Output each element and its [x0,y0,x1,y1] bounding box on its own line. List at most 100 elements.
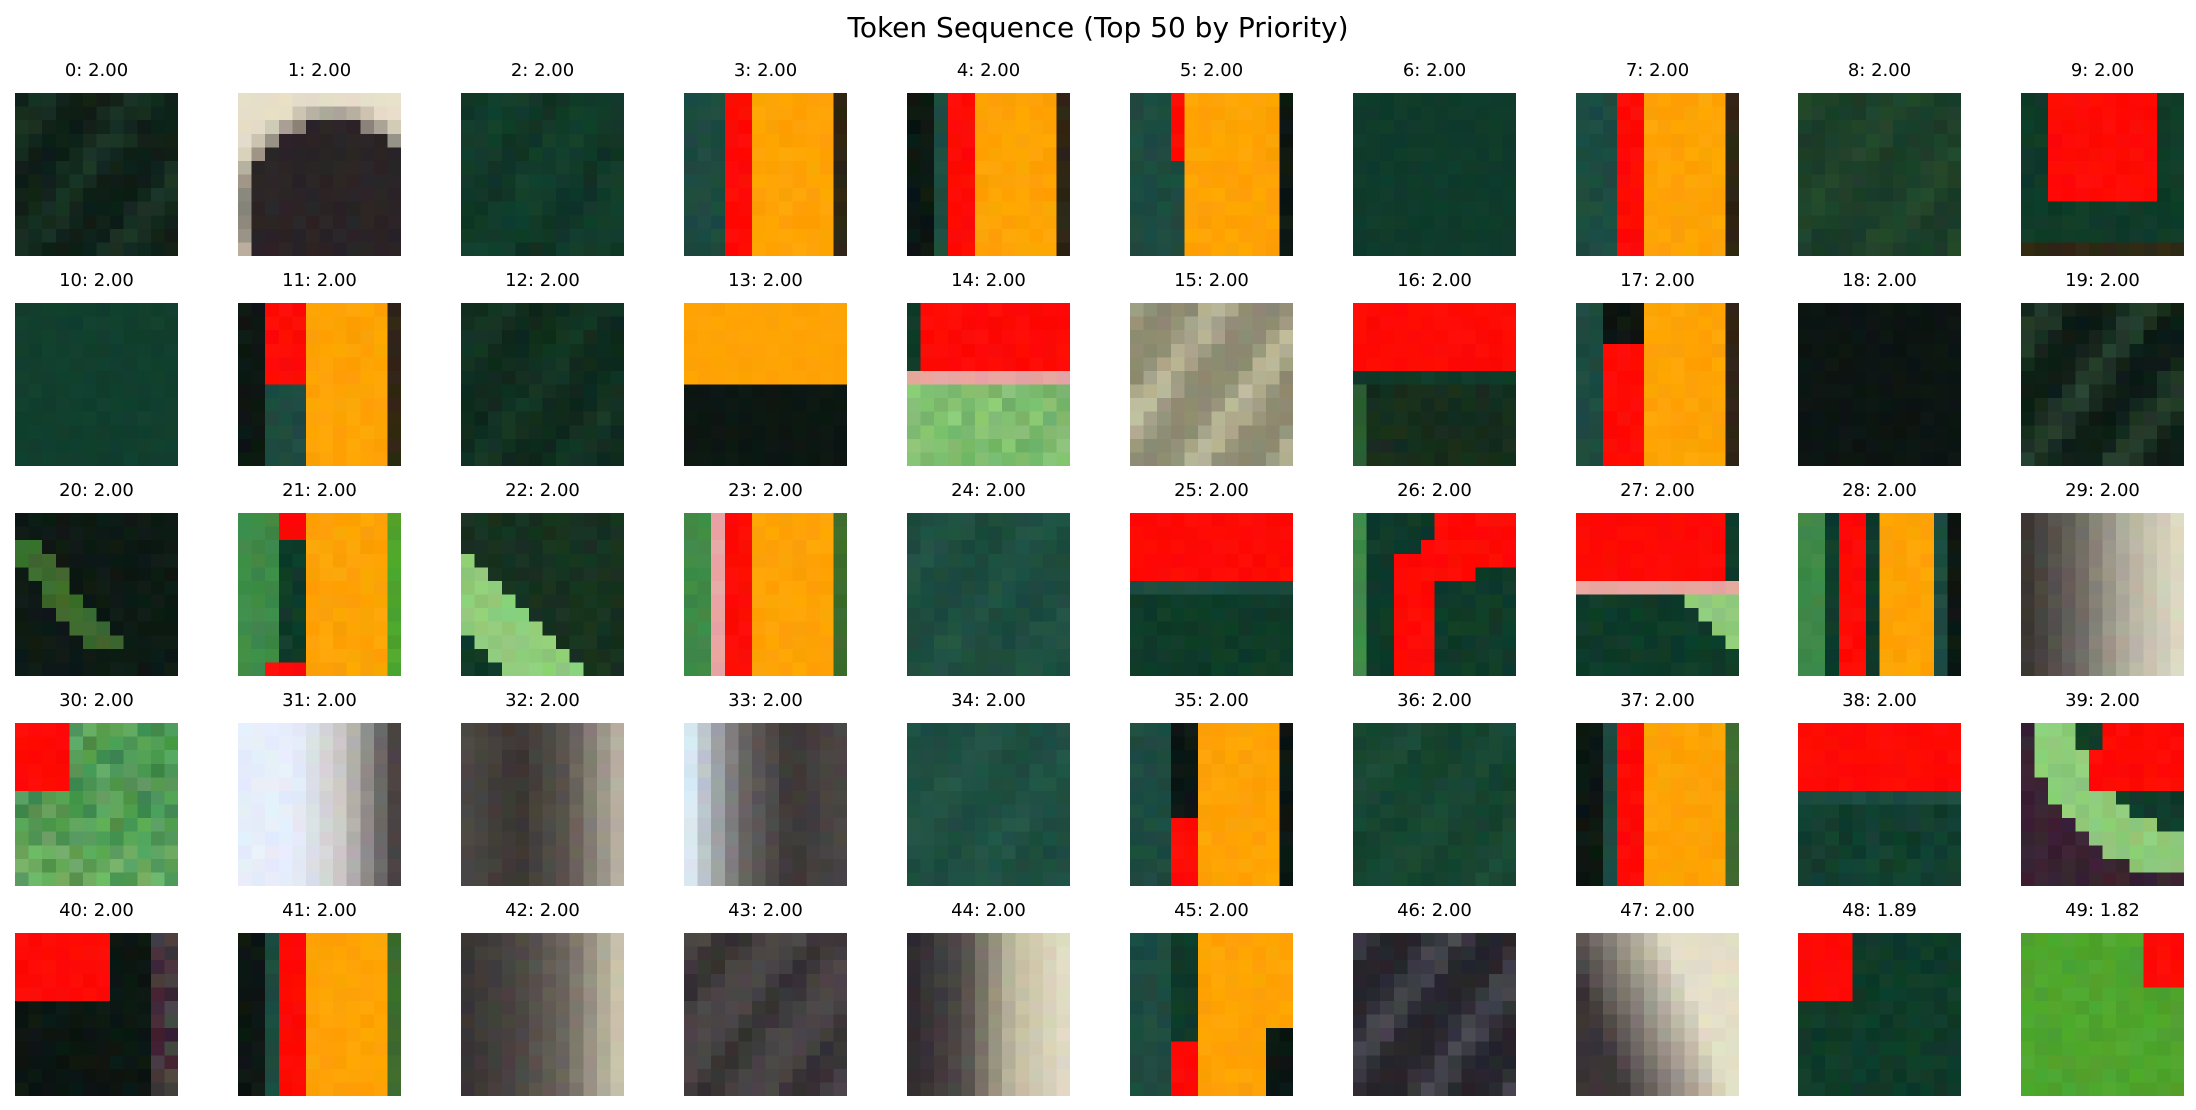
tile-label: 44: 2.00 [951,900,1026,921]
tile-label: 14: 2.00 [951,270,1026,291]
token-tile [2021,303,2184,466]
token-tile [907,93,1070,256]
token-tile [907,513,1070,676]
token-image [684,93,847,256]
token-tile [461,303,624,466]
token-image [1576,723,1739,886]
token-tile [1130,723,1293,886]
tile-label: 18: 2.00 [1842,270,1917,291]
token-image [15,723,178,886]
token-image [2021,933,2184,1096]
token-image [15,303,178,466]
tile-label: 10: 2.00 [59,270,134,291]
token-tile [2021,723,2184,886]
token-tile [2021,513,2184,676]
token-image [461,93,624,256]
tile-label: 40: 2.00 [59,900,134,921]
token-image [238,933,401,1096]
token-tile [1576,513,1739,676]
token-tile [1353,303,1516,466]
token-tile [2021,933,2184,1096]
token-tile [684,723,847,886]
token-image [1576,933,1739,1096]
tile-label: 12: 2.00 [505,270,580,291]
tile-label: 13: 2.00 [728,270,803,291]
tile-label: 36: 2.00 [1397,690,1472,711]
token-image [1576,93,1739,256]
token-tile [15,933,178,1096]
token-tile [238,93,401,256]
token-image [238,513,401,676]
token-tile [15,303,178,466]
tile-label: 46: 2.00 [1397,900,1472,921]
token-tile [238,723,401,886]
token-image [907,303,1070,466]
token-tile [684,93,847,256]
tile-label: 8: 2.00 [1847,60,1912,81]
token-image [1353,303,1516,466]
tile-label: 38: 2.00 [1842,690,1917,711]
tile-label: 39: 2.00 [2065,690,2140,711]
token-image [1798,93,1961,256]
token-tile [1353,933,1516,1096]
token-tile [461,93,624,256]
token-image [1130,93,1293,256]
token-tile [684,513,847,676]
tile-label: 4: 2.00 [956,60,1021,81]
tile-label: 0: 2.00 [64,60,129,81]
token-tile [461,513,624,676]
token-image [1130,933,1293,1096]
token-image [238,93,401,256]
token-image [15,93,178,256]
token-image [1798,933,1961,1096]
token-image [684,303,847,466]
token-tile [1353,513,1516,676]
token-tile [907,933,1070,1096]
token-image [907,933,1070,1096]
token-image [1798,303,1961,466]
tile-label: 1: 2.00 [287,60,352,81]
token-tile [15,513,178,676]
token-tile [907,723,1070,886]
tile-label: 49: 1.82 [2065,900,2140,921]
token-image [461,723,624,886]
token-image [2021,93,2184,256]
token-image [461,933,624,1096]
token-tile [238,933,401,1096]
tile-label: 24: 2.00 [951,480,1026,501]
tile-label: 27: 2.00 [1620,480,1695,501]
tile-label: 23: 2.00 [728,480,803,501]
tile-label: 21: 2.00 [282,480,357,501]
token-tile [15,723,178,886]
token-image [1130,303,1293,466]
token-tile [461,933,624,1096]
token-image [907,513,1070,676]
tile-label: 28: 2.00 [1842,480,1917,501]
token-tile [1353,93,1516,256]
token-image [1353,723,1516,886]
tile-label: 33: 2.00 [728,690,803,711]
token-tile [1130,93,1293,256]
token-tile [1798,513,1961,676]
token-tile [1130,933,1293,1096]
token-tile [1130,303,1293,466]
tile-label: 22: 2.00 [505,480,580,501]
token-image [1353,93,1516,256]
token-image [1353,933,1516,1096]
tile-label: 30: 2.00 [59,690,134,711]
tile-label: 17: 2.00 [1620,270,1695,291]
tile-label: 16: 2.00 [1397,270,1472,291]
token-image [684,723,847,886]
token-image [238,723,401,886]
token-image [15,513,178,676]
token-image [461,513,624,676]
token-image [1130,513,1293,676]
token-image [907,723,1070,886]
token-image [2021,723,2184,886]
token-tile [461,723,624,886]
tile-label: 42: 2.00 [505,900,580,921]
token-tile [1798,93,1961,256]
token-image [2021,303,2184,466]
token-tile [15,93,178,256]
token-tile [1798,933,1961,1096]
